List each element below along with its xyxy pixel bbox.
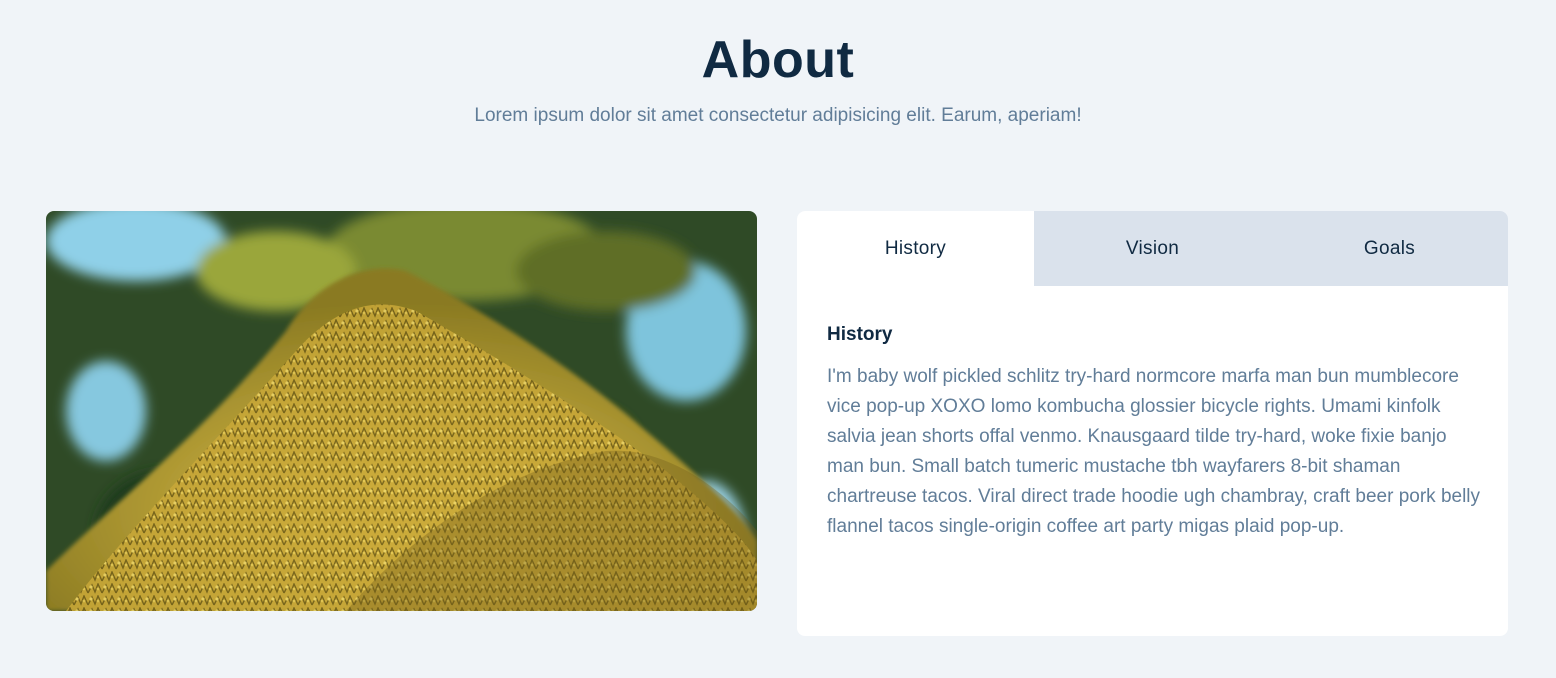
tab-vision[interactable]: Vision: [1034, 211, 1271, 286]
content-text: I'm baby wolf pickled schlitz try-hard n…: [827, 366, 1481, 537]
about-info-card: History Vision Goals History I'm baby wo…: [797, 211, 1508, 636]
tab-bar: History Vision Goals: [797, 211, 1508, 286]
tab-history[interactable]: History: [797, 211, 1034, 286]
about-page: About Lorem ipsum dolor sit amet consect…: [0, 0, 1556, 678]
about-photo: [46, 211, 757, 611]
tab-content: History I'm baby wolf pickled schlitz tr…: [797, 286, 1508, 542]
page-title: About: [701, 31, 855, 89]
moss-tree-photo-icon: [46, 211, 757, 611]
content-title: History: [827, 324, 893, 345]
page-subtitle: Lorem ipsum dolor sit amet consectetur a…: [474, 105, 1082, 126]
tab-goals[interactable]: Goals: [1271, 211, 1508, 286]
